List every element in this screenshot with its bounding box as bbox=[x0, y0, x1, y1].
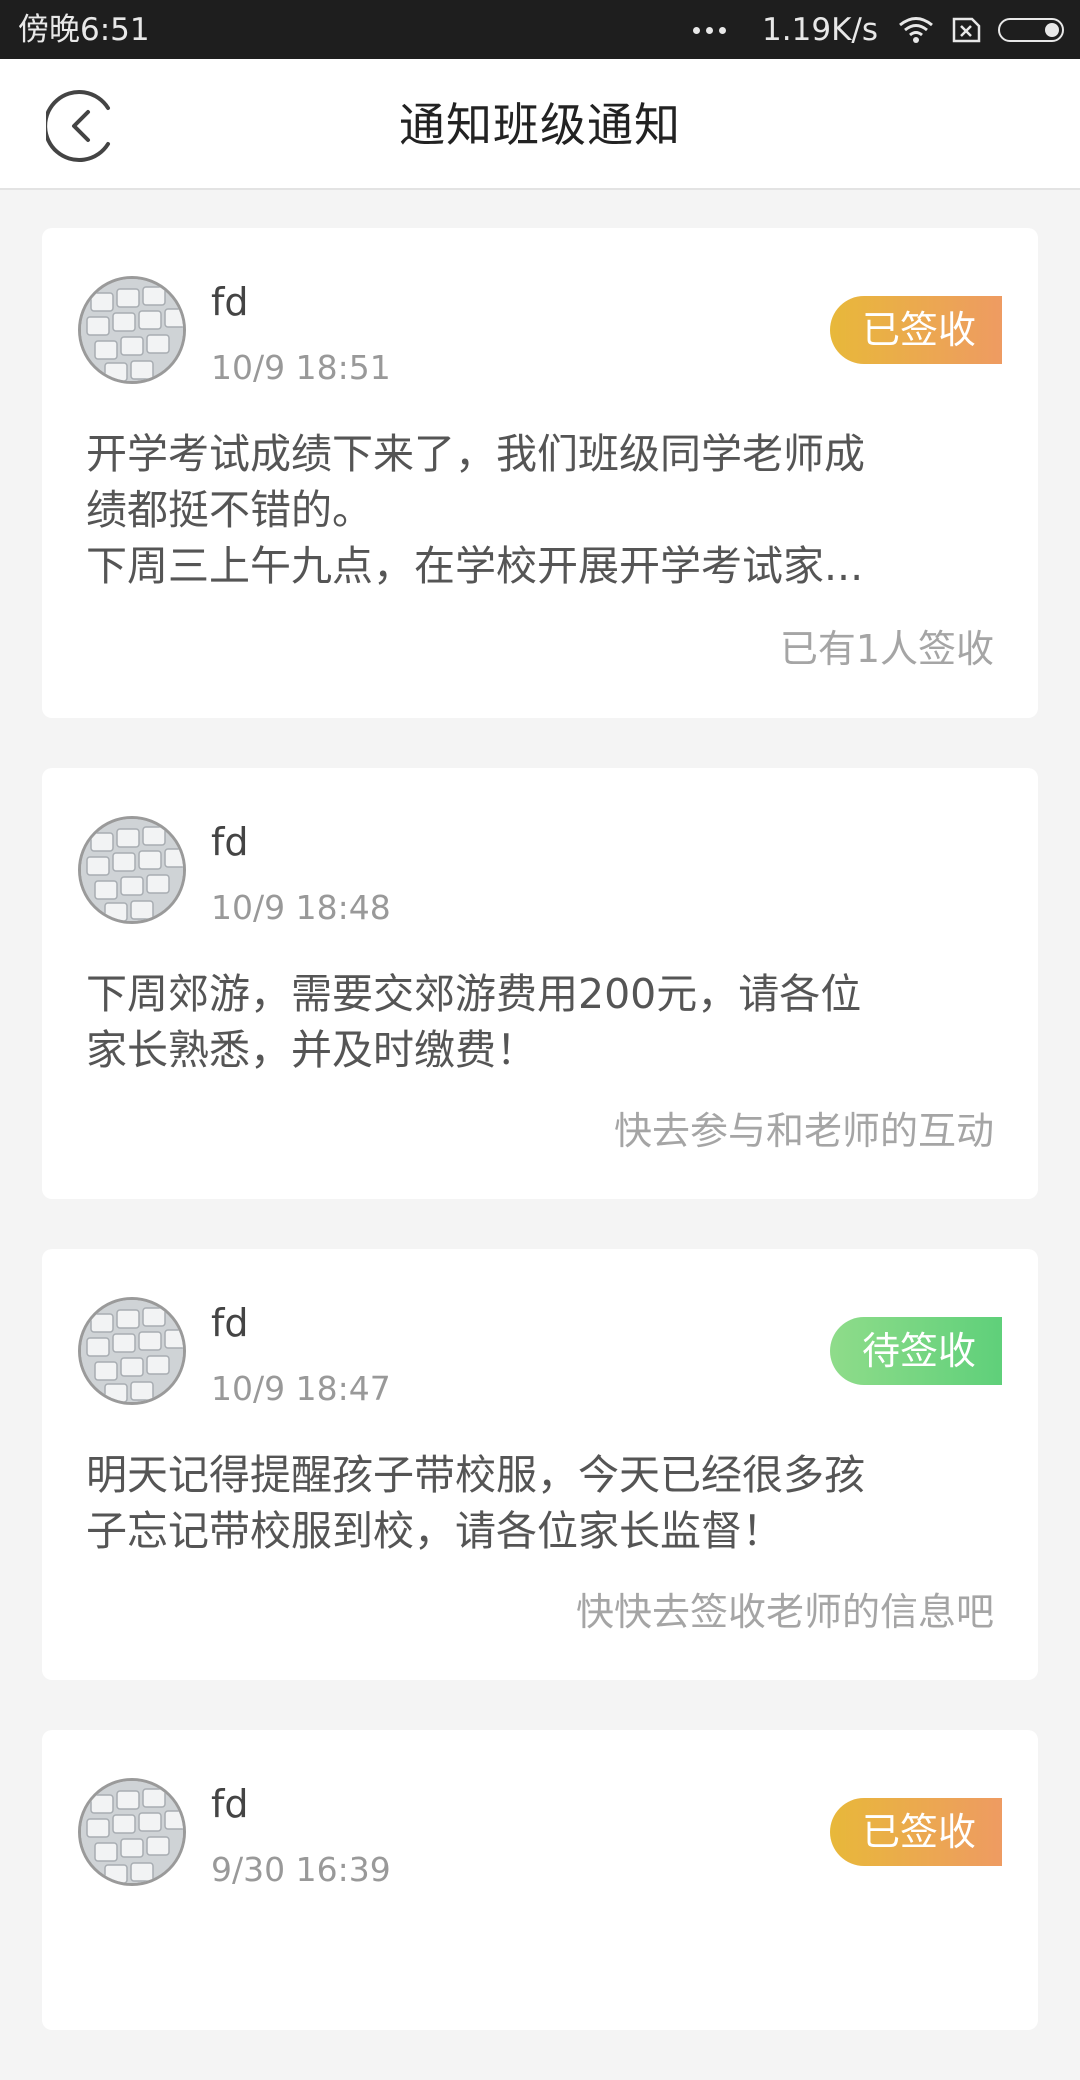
notice-time: 10/9 18:47 bbox=[211, 1369, 391, 1408]
status-time: 傍晚6:51 bbox=[18, 12, 150, 48]
avatar bbox=[78, 276, 186, 384]
notice-list: fd 10/9 18:51 已签收 开学考试成绩下来了，我们班级同学老师成 绩都… bbox=[42, 228, 1038, 2080]
notice-content: 开学考试成绩下来了，我们班级同学老师成 绩都挺不错的。 下周三上午九点，在学校开… bbox=[86, 430, 865, 590]
more-dots-icon bbox=[693, 26, 727, 34]
notice-time: 9/30 16:39 bbox=[211, 1850, 391, 1889]
author-name: fd bbox=[211, 1782, 249, 1826]
network-speed: 1.19K/s bbox=[762, 12, 878, 48]
status-icons: 1.19K/s bbox=[693, 8, 1064, 52]
keyboard-avatar-image bbox=[81, 1300, 183, 1402]
keyboard-avatar-image bbox=[81, 819, 183, 921]
sim-x-icon bbox=[952, 17, 981, 43]
notice-content: 明天记得提醒孩子带校服，今天已经很多孩 子忘记带校服到校，请各位家长监督！ bbox=[86, 1451, 865, 1555]
notice-card[interactable]: fd 10/9 18:48 下周郊游，需要交郊游费用200元，请各位 家长熟悉，… bbox=[42, 768, 1038, 1199]
notice-time: 10/9 18:51 bbox=[211, 348, 391, 387]
battery-icon bbox=[998, 18, 1064, 42]
sign-prompt[interactable]: 快快去签收老师的信息吧 bbox=[576, 1589, 994, 1635]
notice-time: 10/9 18:48 bbox=[211, 888, 391, 927]
notice-content: 下周郊游，需要交郊游费用200元，请各位 家长熟悉，并及时缴费！ bbox=[86, 970, 862, 1074]
interact-prompt[interactable]: 快去参与和老师的互动 bbox=[614, 1108, 994, 1154]
status-bar: 傍晚6:51 1.19K/s bbox=[0, 0, 1080, 59]
avatar bbox=[78, 1297, 186, 1405]
notice-card[interactable]: fd 10/9 18:51 已签收 开学考试成绩下来了，我们班级同学老师成 绩都… bbox=[42, 228, 1038, 718]
status-badge[interactable]: 待签收 bbox=[830, 1317, 1002, 1385]
sign-count: 已有1人签收 bbox=[779, 627, 994, 671]
author-name: fd bbox=[211, 1301, 249, 1345]
author-name: fd bbox=[211, 820, 249, 864]
keyboard-avatar-image bbox=[81, 279, 183, 381]
status-badge: 已签收 bbox=[830, 296, 1002, 364]
app-header: 通知班级通知 bbox=[0, 59, 1080, 190]
avatar bbox=[78, 1778, 186, 1886]
avatar bbox=[78, 816, 186, 924]
page-title: 通知班级通知 bbox=[399, 98, 681, 152]
notice-card[interactable]: fd 10/9 18:47 待签收 明天记得提醒孩子带校服，今天已经很多孩 子忘… bbox=[42, 1249, 1038, 1680]
wifi-icon bbox=[899, 17, 933, 43]
status-badge: 已签收 bbox=[830, 1798, 1002, 1866]
keyboard-avatar-image bbox=[81, 1781, 183, 1883]
author-name: fd bbox=[211, 280, 249, 324]
notice-card[interactable]: fd 9/30 16:39 已签收 bbox=[42, 1730, 1038, 2030]
